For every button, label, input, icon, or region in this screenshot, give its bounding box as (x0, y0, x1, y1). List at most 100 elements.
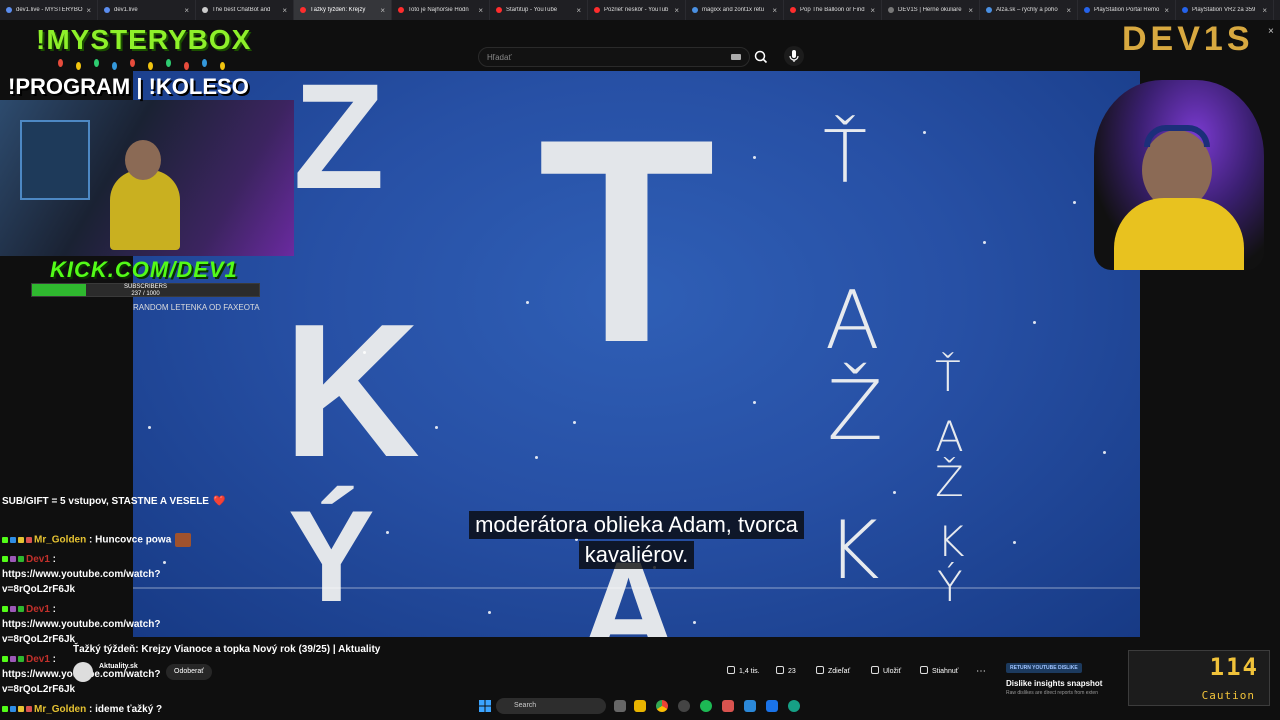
close-icon[interactable]: × (1268, 26, 1274, 37)
tab-close-icon[interactable]: × (282, 6, 287, 15)
subscribe-button[interactable]: Odoberať (166, 664, 212, 680)
channel-name[interactable]: Aktuality.sk (99, 663, 138, 670)
tab-close-icon[interactable]: × (1262, 6, 1267, 15)
browser-tab[interactable]: dev1.live - MYSTERYBOX × (0, 0, 98, 20)
badge-icon (26, 706, 32, 713)
badge-icon (18, 537, 24, 543)
tab-close-icon[interactable]: × (576, 6, 581, 15)
chat-text: ideme ťažký ? (95, 704, 163, 715)
download-button[interactable]: Stiahnuť (920, 664, 958, 680)
spotify-icon[interactable] (700, 700, 712, 712)
chat-username[interactable]: Dev1 (26, 554, 50, 565)
tab-favicon-icon (202, 7, 208, 13)
thumbs-down-icon (776, 666, 784, 674)
tab-close-icon[interactable]: × (1066, 6, 1071, 15)
browser-tab[interactable]: The best ChatBot and × (196, 0, 294, 20)
person-shirt (1114, 198, 1244, 270)
taskbar-search[interactable]: Search (496, 698, 606, 714)
browser-tab[interactable]: Startitup - YouTube × (490, 0, 588, 20)
tab-close-icon[interactable]: × (380, 6, 385, 15)
tab-close-icon[interactable]: × (968, 6, 973, 15)
light-bulb-icon (148, 62, 153, 70)
chat-username[interactable]: Mr_Golden (34, 535, 86, 546)
tab-close-icon[interactable]: × (86, 6, 91, 15)
badge-icon (10, 606, 16, 613)
letter-k: K (283, 285, 421, 497)
chat-message: v=8rQoL2rF6Jk (2, 634, 75, 645)
video-progress-bar[interactable] (133, 587, 1140, 589)
browser-tab[interactable]: Alza.sk – rýchly a poho × (980, 0, 1078, 20)
chat-separator: : (86, 704, 96, 715)
browser-tab[interactable]: Ťažký týždeň: Krejzy × (294, 0, 392, 20)
chat-username[interactable]: Mr_Golden (34, 704, 86, 715)
edge-icon[interactable] (788, 700, 800, 712)
ryd-button[interactable]: RETURN YOUTUBE DISLIKE (1006, 663, 1082, 673)
letter-col2-0: Ť (935, 352, 961, 401)
letter-col1-3: K (827, 504, 880, 597)
search-button[interactable] (750, 47, 772, 67)
tab-title: PlayStation Portal Remo (1094, 7, 1160, 13)
snowflake (1013, 541, 1016, 544)
tab-title: Ťažký týždeň: Krejzy (310, 7, 366, 13)
tab-close-icon[interactable]: × (478, 6, 483, 15)
app-icon[interactable] (722, 700, 734, 712)
browser-tab[interactable]: dev1.live × (98, 0, 196, 20)
file-explorer-icon[interactable] (634, 700, 646, 712)
tab-favicon-icon (594, 7, 600, 13)
browser-tab[interactable]: magixx and zont1x retu × (686, 0, 784, 20)
chat-badges (2, 654, 26, 665)
chrome-icon[interactable] (656, 700, 668, 712)
chat-message: Dev1 : (2, 654, 56, 665)
save-button[interactable]: Uložiť (871, 664, 901, 680)
dislike-button[interactable]: 23 (776, 664, 796, 680)
windows-start-icon[interactable] (479, 700, 491, 712)
search-input[interactable]: Hľadať (478, 47, 750, 67)
snowflake (1033, 321, 1036, 324)
browser-tab[interactable]: PlayStation Portal Remo × (1078, 0, 1176, 20)
browser-tab[interactable]: DEV1S | Herné okuliare × (882, 0, 980, 20)
kick-url: KICK.COM/DEV1 (50, 257, 238, 282)
letter-col1-0: Ť (823, 115, 867, 199)
streamer-webcam-right (1094, 80, 1264, 270)
thumbs-up-icon (727, 666, 735, 674)
tab-close-icon[interactable]: × (772, 6, 777, 15)
like-button[interactable]: 1,4 tis. (727, 664, 760, 680)
snowflake (573, 421, 576, 424)
notepad-icon[interactable] (744, 700, 756, 712)
like-count: 1,4 tis. (739, 668, 760, 675)
headset-icon (1144, 125, 1210, 147)
chat-separator: : (49, 604, 57, 615)
light-bulb-icon (220, 62, 225, 70)
browser-tab[interactable]: Pop The Balloon or Find × (784, 0, 882, 20)
taskbar-search-label: Search (514, 702, 537, 709)
share-button[interactable]: Zdieľať (816, 664, 850, 680)
channel-avatar[interactable] (73, 662, 93, 682)
light-bulb-icon (130, 59, 135, 67)
tab-favicon-icon (692, 7, 698, 13)
chat-username[interactable]: Dev1 (26, 654, 50, 665)
mysterybox-command: !MYSTERYBOX (36, 24, 252, 55)
keyboard-icon[interactable] (731, 54, 741, 60)
chat-text: https://www.youtube.com/watch? (2, 619, 161, 630)
tab-close-icon[interactable]: × (1164, 6, 1169, 15)
tab-close-icon[interactable]: × (184, 6, 189, 15)
browser-tab[interactable]: PlayStation VR2 za 359 × (1176, 0, 1274, 20)
browser-tab[interactable]: Pozrieť neskôr - YouTub × (588, 0, 686, 20)
voice-search-button[interactable] (784, 46, 804, 66)
task-view-icon[interactable] (614, 700, 626, 712)
browser-tab-strip: dev1.live - MYSTERYBOX × dev1.live × The bes… (0, 0, 1280, 20)
tab-close-icon[interactable]: × (870, 6, 875, 15)
settings-icon[interactable] (678, 700, 690, 712)
vscode-icon[interactable] (766, 700, 778, 712)
more-actions-button[interactable]: ⋯ (976, 664, 986, 680)
badge-icon (10, 656, 16, 663)
tab-close-icon[interactable]: × (674, 6, 679, 15)
chat-message: https://www.youtube.com/watch? (2, 569, 161, 580)
browser-tab[interactable]: Toto je Najhoršie Hodn × (392, 0, 490, 20)
windows-taskbar: Search (300, 696, 1120, 720)
chat-username[interactable]: Dev1 (26, 604, 50, 615)
snowflake (1073, 201, 1076, 204)
badge-icon (18, 656, 24, 663)
tab-title: Toto je Najhoršie Hodn (408, 7, 469, 13)
chat-separator: : (86, 534, 96, 546)
